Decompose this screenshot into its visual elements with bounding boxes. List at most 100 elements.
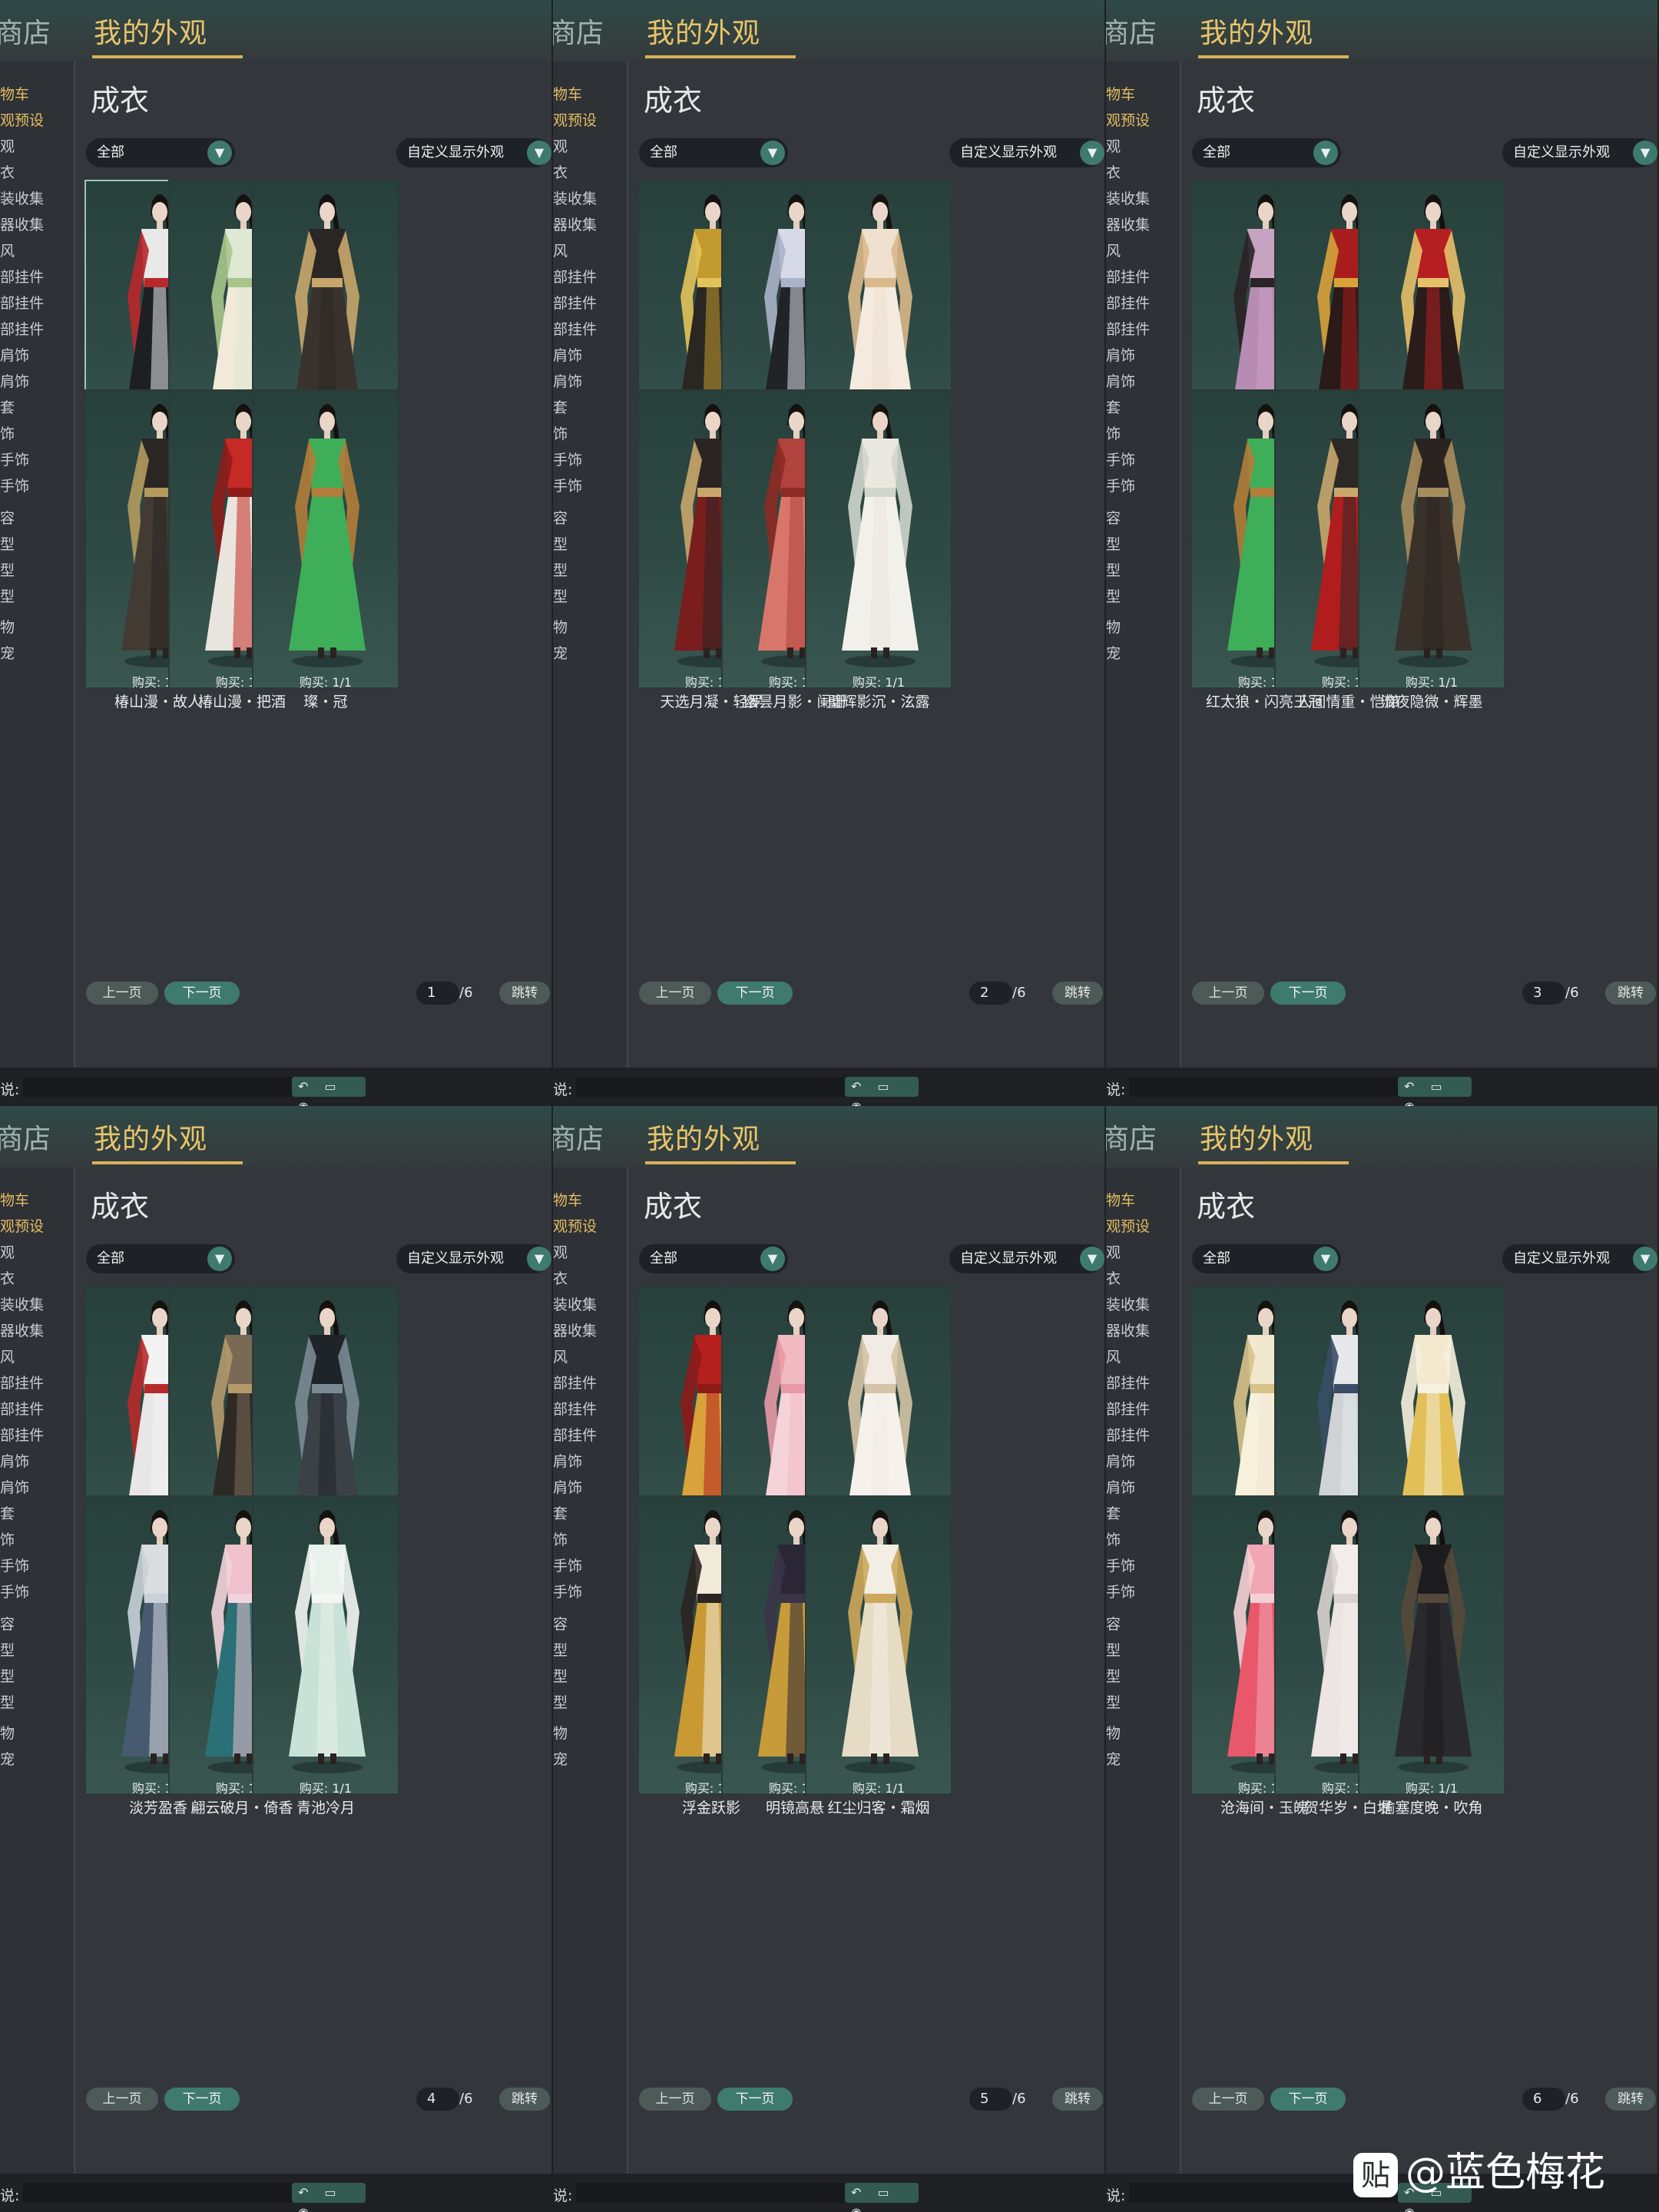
category-filter-dropdown[interactable]: 全部 ▼ — [639, 138, 788, 167]
page-number-input[interactable]: 2 — [969, 982, 1012, 1005]
tab-shop[interactable]: 商店 — [0, 11, 51, 51]
sidebar-item[interactable]: 物车 — [1106, 1189, 1135, 1210]
sidebar-item[interactable]: 肩饰 — [1106, 370, 1135, 391]
sidebar-item[interactable]: 套 — [1106, 396, 1121, 417]
chevron-down-icon[interactable]: ▼ — [1633, 141, 1657, 165]
outfit-card[interactable]: 购买: 1/1 璨・冠 — [252, 389, 399, 710]
chat-input[interactable] — [23, 2183, 292, 2203]
sidebar-item[interactable]: 容 — [553, 507, 568, 528]
chat-tool-icons[interactable]: ↶ ▭ ◉ — [845, 2183, 919, 2212]
sidebar-item[interactable]: 风 — [553, 1346, 568, 1366]
sidebar-item[interactable]: 部挂件 — [0, 292, 44, 313]
sidebar-item[interactable]: 部挂件 — [1106, 1424, 1150, 1445]
sidebar-item[interactable]: 风 — [1106, 240, 1121, 260]
custom-display-dropdown[interactable]: 自定义显示外观 ▼ — [1502, 1244, 1657, 1273]
sidebar-item[interactable]: 物车 — [553, 1189, 582, 1210]
tab-shop[interactable]: 商店 — [1106, 11, 1157, 51]
tab-shop[interactable]: 商店 — [1106, 1117, 1157, 1157]
tab-my-appearance[interactable]: 我的外观 — [1200, 1117, 1313, 1157]
sidebar-item[interactable]: 器收集 — [553, 214, 597, 234]
sidebar-item[interactable]: 手饰 — [0, 449, 29, 469]
sidebar-item[interactable]: 宠 — [1106, 1748, 1121, 1769]
sidebar-item[interactable]: 部挂件 — [553, 1398, 597, 1419]
sidebar-item[interactable]: 手饰 — [1106, 1581, 1135, 1601]
sidebar-item[interactable]: 肩饰 — [1106, 1476, 1135, 1497]
outfit-card[interactable]: 购买: 1/1 璧辉影沉・泫露 — [805, 389, 952, 710]
page-number-input[interactable]: 4 — [416, 2088, 459, 2111]
sidebar-item[interactable]: 容 — [1106, 507, 1121, 528]
sidebar-item[interactable]: 型 — [553, 1639, 568, 1660]
sidebar-item[interactable]: 手饰 — [1106, 475, 1135, 495]
sidebar-item[interactable]: 装收集 — [1106, 187, 1150, 208]
sidebar-item[interactable]: 器收集 — [1106, 214, 1150, 234]
sidebar-item[interactable]: 饰 — [0, 1528, 15, 1549]
sidebar-item[interactable]: 容 — [0, 507, 15, 528]
sidebar-item[interactable]: 观 — [0, 135, 15, 156]
category-filter-dropdown[interactable]: 全部 ▼ — [1192, 138, 1341, 167]
prev-page-button[interactable]: 上一页 — [639, 982, 711, 1005]
jump-button[interactable]: 跳转 — [1605, 2088, 1656, 2111]
sidebar-item[interactable]: 型 — [553, 559, 568, 580]
jump-button[interactable]: 跳转 — [499, 982, 550, 1005]
next-page-button[interactable]: 下一页 — [1270, 982, 1346, 1005]
custom-display-dropdown[interactable]: 自定义显示外观 ▼ — [396, 1244, 551, 1273]
sidebar-item[interactable]: 部挂件 — [553, 266, 597, 286]
sidebar-item[interactable]: 肩饰 — [553, 344, 582, 365]
sidebar-item[interactable]: 型 — [553, 585, 568, 606]
sidebar-item[interactable]: 容 — [0, 1613, 15, 1634]
jump-button[interactable]: 跳转 — [1052, 2088, 1103, 2111]
sidebar-item[interactable]: 型 — [1106, 1691, 1121, 1712]
sidebar-item[interactable]: 宠 — [1106, 642, 1121, 663]
sidebar-item[interactable]: 观预设 — [1106, 1215, 1150, 1236]
sidebar-item[interactable]: 部挂件 — [1106, 266, 1150, 286]
chevron-down-icon[interactable]: ▼ — [527, 141, 551, 165]
sidebar-item[interactable]: 手饰 — [1106, 449, 1135, 469]
sidebar-item[interactable]: 饰 — [1106, 422, 1121, 443]
sidebar-item[interactable]: 器收集 — [0, 214, 44, 234]
sidebar-item[interactable]: 部挂件 — [1106, 292, 1150, 313]
sidebar-item[interactable]: 部挂件 — [553, 318, 597, 339]
outfit-preview[interactable] — [252, 1495, 399, 1795]
sidebar-item[interactable]: 型 — [553, 533, 568, 554]
sidebar-item[interactable]: 型 — [553, 1665, 568, 1686]
sidebar-item[interactable]: 装收集 — [1106, 1293, 1150, 1314]
sidebar-item[interactable]: 饰 — [1106, 1528, 1121, 1549]
sidebar-item[interactable]: 风 — [0, 1346, 15, 1366]
sidebar-item[interactable]: 型 — [1106, 559, 1121, 580]
chat-tool-icons[interactable]: ↶ ▭ ◉ — [292, 1077, 366, 1106]
chat-input[interactable] — [23, 1077, 292, 1097]
chat-input[interactable] — [576, 2183, 845, 2203]
sidebar-item[interactable]: 宠 — [553, 1748, 568, 1769]
chevron-down-icon[interactable]: ▼ — [1633, 1247, 1657, 1271]
sidebar-item[interactable]: 肩饰 — [0, 370, 29, 391]
sidebar-item[interactable]: 物车 — [0, 1189, 29, 1210]
sidebar-item[interactable]: 手饰 — [0, 1555, 29, 1575]
sidebar-item[interactable]: 型 — [0, 585, 15, 606]
category-filter-dropdown[interactable]: 全部 ▼ — [639, 1244, 788, 1273]
sidebar-item[interactable]: 手饰 — [1106, 1555, 1135, 1575]
sidebar-item[interactable]: 容 — [553, 1613, 568, 1634]
sidebar-item[interactable]: 部挂件 — [553, 1372, 597, 1392]
chevron-down-icon[interactable]: ▼ — [1313, 1247, 1338, 1271]
tab-my-appearance[interactable]: 我的外观 — [1200, 11, 1313, 51]
next-page-button[interactable]: 下一页 — [164, 982, 240, 1005]
sidebar-item[interactable]: 型 — [0, 559, 15, 580]
sidebar-item[interactable]: 器收集 — [1106, 1320, 1150, 1340]
sidebar-item[interactable]: 宠 — [0, 1748, 15, 1769]
sidebar-item[interactable]: 套 — [0, 396, 15, 417]
sidebar-item[interactable]: 观 — [553, 1241, 568, 1262]
category-filter-dropdown[interactable]: 全部 ▼ — [86, 138, 235, 167]
sidebar-item[interactable]: 容 — [1106, 1613, 1121, 1634]
sidebar-item[interactable]: 器收集 — [553, 1320, 597, 1340]
custom-display-dropdown[interactable]: 自定义显示外观 ▼ — [396, 138, 551, 167]
sidebar-item[interactable]: 宠 — [553, 642, 568, 663]
sidebar-item[interactable]: 装收集 — [553, 1293, 597, 1314]
sidebar-item[interactable]: 部挂件 — [0, 266, 44, 286]
sidebar-item[interactable]: 手饰 — [553, 475, 582, 495]
sidebar-item[interactable]: 物 — [0, 616, 15, 637]
sidebar-item[interactable]: 肩饰 — [0, 1476, 29, 1497]
tab-my-appearance[interactable]: 我的外观 — [647, 1117, 760, 1157]
sidebar-item[interactable]: 观 — [0, 1241, 15, 1262]
next-page-button[interactable]: 下一页 — [1270, 2088, 1346, 2111]
prev-page-button[interactable]: 上一页 — [1192, 982, 1264, 1005]
